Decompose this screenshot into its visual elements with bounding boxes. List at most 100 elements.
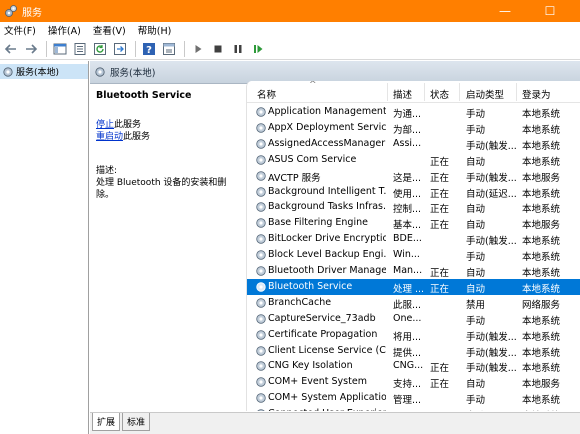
forward-arrow-icon: [26, 43, 38, 54]
column-divider[interactable]: [424, 83, 425, 101]
service-status-cell: 正在: [430, 379, 450, 391]
column-header-status[interactable]: 状态: [430, 87, 449, 101]
service-gear-icon: [256, 186, 266, 197]
service-row[interactable]: Bluetooth Service 处理 ... 正在 自动 本地系统: [247, 278, 580, 295]
refresh-icon: [94, 42, 106, 55]
service-gear-icon: [257, 409, 265, 411]
service-startup-type-cell: 手动: [466, 395, 486, 407]
svg-text:?: ?: [146, 45, 152, 56]
maximize-button[interactable]: ☐: [535, 0, 565, 22]
column-header-logon-as[interactable]: 登录为: [522, 87, 551, 101]
service-description-cell: 为通...: [393, 109, 422, 120]
column-divider[interactable]: [516, 83, 517, 101]
service-logon-cell: 网络服务: [522, 299, 561, 311]
back-button[interactable]: [2, 40, 20, 58]
show-hide-button[interactable]: [160, 40, 178, 58]
column-divider[interactable]: [459, 83, 460, 101]
sort-ascending-icon: ^: [309, 81, 317, 90]
service-row[interactable]: AppX Deployment Servic... 为部... 手动 本地系统: [247, 120, 580, 136]
service-startup-type-cell: 自动: [466, 379, 486, 391]
service-startup-type-cell: 手动(触发...: [466, 236, 516, 248]
stop-service-suffix: 此服务: [114, 120, 142, 130]
pause-service-icon: [234, 44, 242, 53]
service-name-cell: BitLocker Drive Encryptio...: [268, 233, 386, 245]
column-divider[interactable]: [387, 83, 388, 101]
service-gear-icon: [256, 282, 266, 292]
minimize-button[interactable]: —: [490, 0, 520, 22]
menu-file[interactable]: 文件(F): [4, 23, 36, 37]
service-row[interactable]: COM+ Event System 支持... 正在 自动 本地服务: [247, 374, 580, 390]
service-startup-type-cell: 手动: [466, 124, 486, 136]
service-gear-icon: [256, 313, 266, 324]
forward-button[interactable]: [22, 40, 40, 58]
service-row[interactable]: Block Level Backup Engi... Win... 手动 本地系统: [247, 247, 580, 263]
service-logon-cell: 本地系统: [522, 188, 561, 200]
toolbar-separator: [135, 40, 136, 57]
view-tabs: 扩展 标准: [90, 412, 580, 434]
service-status-cell: 正在: [430, 363, 450, 375]
column-header-startup-type[interactable]: 启动类型: [466, 87, 504, 101]
tab-extended[interactable]: 扩展: [92, 413, 121, 431]
service-status-cell: 正在: [430, 156, 450, 168]
service-gear-icon: [256, 218, 266, 228]
service-gear-icon: [256, 329, 266, 340]
service-row[interactable]: COM+ System Application 管理... 手动 本地系统: [247, 390, 580, 406]
service-row[interactable]: ASUS Com Service 正在 自动 本地系统: [247, 152, 580, 168]
service-row[interactable]: Base Filtering Engine 基本... 正在 自动 本地服务: [247, 215, 580, 231]
menu-action[interactable]: 操作(A): [48, 23, 81, 37]
service-name-cell: Application Management: [268, 106, 386, 117]
menu-view[interactable]: 查看(V): [93, 23, 126, 37]
service-row[interactable]: Client License Service (Cli... 提供... 手动(触发…: [247, 343, 580, 359]
service-row[interactable]: Application Management 为通... 手动 本地系统: [247, 104, 580, 120]
service-startup-type-cell: 自动: [466, 156, 486, 168]
start-service-icon: [195, 44, 202, 53]
service-row[interactable]: BitLocker Drive Encryptio... BDE... 手动(触发.…: [247, 231, 580, 247]
column-header-name[interactable]: 名称: [257, 87, 276, 101]
service-name-cell: Base Filtering Engine: [268, 217, 368, 229]
console-tree: 服务(本地): [0, 61, 89, 434]
service-logon-cell: 本地系统: [522, 268, 561, 279]
service-description-cell: 基本...: [393, 220, 422, 232]
service-description-cell: Assi...: [393, 137, 422, 149]
toolbar: ?: [0, 38, 580, 60]
service-startup-type-cell: 手动: [466, 315, 486, 327]
service-row[interactable]: CaptureService_73adb One... 手动 本地系统: [247, 311, 580, 327]
service-logon-cell: 本地系统: [522, 331, 561, 343]
service-description-cell: One...: [393, 312, 422, 324]
service-row[interactable]: Connected User Experien... 自动 本地系统: [247, 406, 580, 411]
service-logon-cell: 本地服务: [522, 172, 561, 184]
service-startup-type-cell: 手动(触发...: [466, 347, 516, 359]
service-row[interactable]: Certificate Propagation 将用... 手动(触发... 本地系统: [247, 327, 580, 343]
service-row[interactable]: Background Intelligent T... 使用... 正在 自动(延迟.…: [247, 184, 580, 200]
service-row[interactable]: Bluetooth Driver Manage... Man... 正在 自动 本地系统: [247, 263, 580, 279]
restart-service-link[interactable]: 重启动: [96, 132, 123, 142]
menu-help[interactable]: 帮助(H): [138, 23, 172, 37]
service-gear-icon: [256, 170, 266, 181]
help-button[interactable]: ?: [140, 40, 158, 58]
stop-service-button[interactable]: [209, 40, 227, 58]
service-row[interactable]: AVCTP 服务 这是... 正在 手动(触发... 本地服务: [247, 168, 580, 184]
show-hide-icon: [163, 42, 175, 55]
stop-service-link[interactable]: 停止: [96, 120, 114, 130]
service-row[interactable]: AssignedAccessManager Assi... 手动(触发... 本地系统: [247, 136, 580, 152]
tree-item-services-local[interactable]: 服务(本地): [0, 64, 88, 79]
toolbar-separator: [184, 40, 185, 57]
properties-button[interactable]: [71, 40, 89, 58]
service-startup-type-cell: 手动: [466, 252, 486, 264]
pause-service-button[interactable]: [229, 40, 247, 58]
service-description-cell: 支持...: [393, 379, 422, 391]
service-row[interactable]: Background Tasks Infras... 控制... 正在 自动 本地系统: [247, 199, 580, 215]
service-row[interactable]: CNG Key Isolation CNG... 正在 手动(触发... 本地系统: [247, 358, 580, 374]
start-service-button[interactable]: [189, 40, 207, 58]
column-header-description[interactable]: 描述: [393, 87, 412, 101]
services-gear-icon: [95, 67, 105, 77]
export-list-button[interactable]: [111, 40, 129, 58]
refresh-button[interactable]: [91, 40, 109, 58]
service-description-cell: 控制...: [393, 204, 422, 216]
restart-service-button[interactable]: [249, 40, 267, 58]
tab-standard[interactable]: 标准: [122, 413, 151, 431]
console-tree-button[interactable]: [51, 40, 69, 58]
service-logon-cell: 本地系统: [522, 363, 561, 375]
service-description-cell: Win...: [393, 249, 420, 261]
service-row[interactable]: BranchCache 此服... 禁用 网络服务: [247, 295, 580, 311]
